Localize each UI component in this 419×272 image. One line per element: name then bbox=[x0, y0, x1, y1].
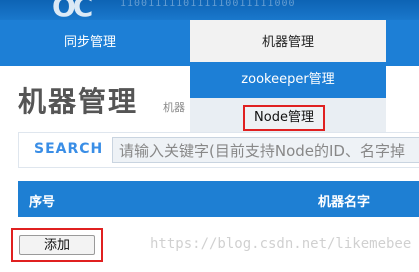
table-header: 序号 机器名字 bbox=[18, 181, 419, 217]
watermark: https://blog.csdn.net/likemebee bbox=[150, 236, 412, 252]
column-header-machine-name: 机器名字 bbox=[318, 195, 371, 210]
column-header-seq: 序号 bbox=[29, 195, 56, 210]
dropdown-item-node-row: Node管理 bbox=[190, 98, 386, 136]
page-title: 机器管理 bbox=[18, 85, 139, 118]
nav-item-machine[interactable]: 机器管理 bbox=[190, 20, 386, 66]
dropdown-item-zookeeper[interactable]: zookeeper管理 bbox=[190, 62, 386, 98]
logo: OC bbox=[52, 0, 93, 20]
nav-item-sync[interactable]: 同步管理 bbox=[30, 20, 150, 66]
search-label: SEARCH bbox=[34, 141, 104, 157]
search-bar: SEARCH 请输入关键字(目前支持Node的ID、名字掉 bbox=[18, 132, 419, 168]
dropdown-item-node[interactable]: Node管理 bbox=[243, 105, 325, 131]
breadcrumb: 机器 bbox=[163, 101, 185, 114]
add-button-highlight: 添加 bbox=[11, 228, 103, 262]
add-button[interactable]: 添加 bbox=[19, 235, 95, 255]
banner-binary-pattern: 1100111110111110011111000 bbox=[120, 0, 296, 9]
top-banner: OC 1100111110111110011111000 bbox=[0, 0, 419, 20]
search-input[interactable]: 请输入关键字(目前支持Node的ID、名字掉 bbox=[112, 137, 419, 163]
